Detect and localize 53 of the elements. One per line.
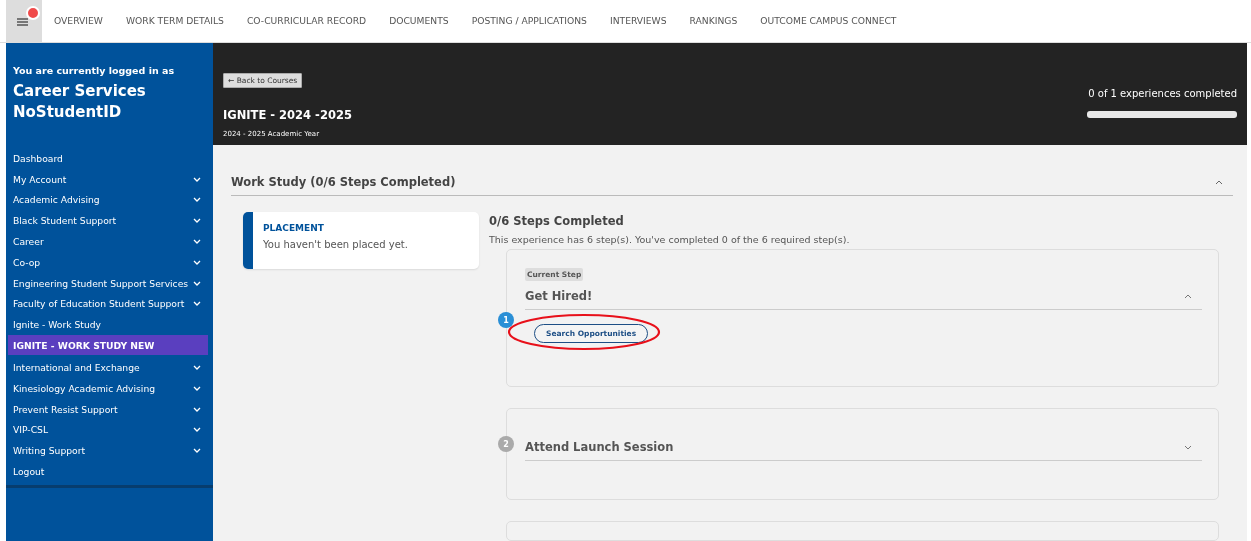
chevron-down-icon [193,239,201,245]
sidebar-item[interactable]: Engineering Student Support Services [6,272,213,294]
chevron-down-icon [193,365,201,371]
nav-tab[interactable]: DOCUMENTS [389,0,449,42]
sidebar-item[interactable]: Writing Support [6,440,213,462]
chevron-icon[interactable] [1184,444,1192,450]
sidebar-item[interactable]: Ignite - Work Study [6,314,213,336]
placement-text: You haven't been placed yet. [263,239,409,250]
sidebar-item[interactable]: Dashboard [6,148,213,169]
sidebar-item[interactable]: IGNITE - WORK STUDY NEW [8,335,208,356]
nav-tab[interactable]: RANKINGS [689,0,738,42]
nav-tab[interactable]: OUTCOME CAMPUS CONNECT [760,0,897,42]
chevron-icon[interactable] [1215,179,1223,185]
sidebar-item[interactable]: Prevent Resist Support [6,398,213,420]
sidebar-item[interactable]: Co-op [6,252,213,273]
course-title: IGNITE - 2024 -2025 [223,108,352,122]
step-title: Get Hired! [525,289,593,303]
sidebar-item[interactable]: Kinesiology Academic Advising [6,377,213,399]
chevron-down-icon [193,259,201,265]
chevron-down-icon [193,385,201,391]
nav-tab[interactable]: CO-CURRICULAR RECORD [246,0,367,42]
nav-tab[interactable]: WORK TERM DETAILS [125,0,224,42]
sidebar-item[interactable]: My Account [6,168,213,190]
chevron-down-icon [193,176,201,182]
sidebar-item[interactable]: VIP-CSL [6,419,213,441]
section-title: Work Study (0/6 Steps Completed) [231,175,456,189]
sidebar-item[interactable]: Black Student Support [6,210,213,232]
chevron-down-icon [193,301,201,307]
placement-label: PLACEMENT [263,223,325,233]
chevron-down-icon [193,197,201,203]
sidebar-item[interactable]: Career [6,231,213,252]
sidebar-item[interactable]: Academic Advising [6,189,213,211]
chevron-down-icon [193,427,201,433]
step-number-badge: 1 [498,312,514,328]
progress-text: 0 of 1 experiences completed [1088,88,1237,99]
steps-summary: This experience has 6 step(s). You've completed 0 of the 6 required step(s). [489,234,851,245]
step-number-badge: 2 [498,436,514,452]
chevron-down-icon [193,406,201,412]
menu-button[interactable] [6,0,42,42]
chevron-down-icon [193,218,201,224]
nav-tab[interactable]: OVERVIEW [54,0,103,42]
login-note: You are currently logged in as [12,65,176,76]
chevron-down-icon [193,448,201,454]
sidebar-item[interactable]: Faculty of Education Student Support [6,293,213,315]
step-title: Attend Launch Session [525,440,674,454]
nav-tab[interactable]: INTERVIEWS [609,0,667,42]
user-name: Career Services NoStudentID [12,81,147,123]
chevron-icon[interactable] [1184,293,1192,299]
sidebar-item[interactable]: International and Exchange [6,357,213,378]
sidebar-item[interactable]: Logout [6,461,213,482]
steps-heading: 0/6 Steps Completed [489,214,625,228]
chevron-down-icon [193,280,201,286]
nav-tab[interactable]: POSTING / APPLICATIONS [471,0,587,42]
